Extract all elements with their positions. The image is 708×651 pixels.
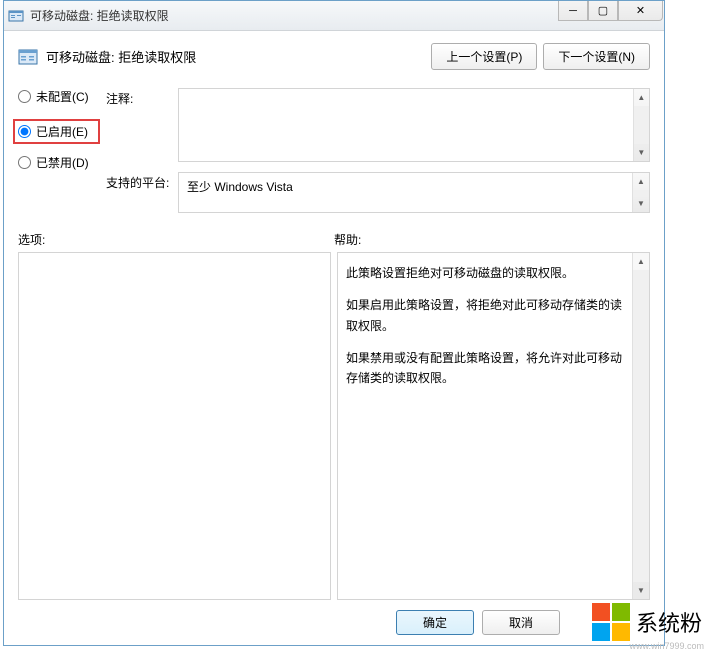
scroll-up-icon[interactable]: ▲ (634, 89, 649, 106)
scroll-up-icon[interactable]: ▲ (633, 253, 649, 270)
policy-settings-window: 可移动磁盘: 拒绝读取权限 ─ ▢ ✕ 可移动磁盘: 拒绝读取权限 上一个设置(… (3, 0, 665, 646)
ok-button[interactable]: 确定 (396, 610, 474, 635)
scroll-up-icon[interactable]: ▲ (633, 173, 649, 190)
policy-title: 可移动磁盘: 拒绝读取权限 (46, 47, 431, 66)
section-labels: 选项: 帮助: (18, 231, 650, 248)
radio-not-configured[interactable]: 未配置(C) (18, 88, 100, 105)
dialog-button-row: 确定 取消 应用 (18, 600, 650, 637)
help-paragraph-3: 如果禁用或没有配置此策略设置，将允许对此可移动存储类的读取权限。 (346, 348, 624, 389)
help-scrollbar[interactable]: ▲ ▼ (632, 253, 649, 599)
scroll-down-icon[interactable]: ▼ (633, 582, 649, 599)
watermark-url: www.win7999.com (629, 641, 704, 651)
header-row: 可移动磁盘: 拒绝读取权限 上一个设置(P) 下一个设置(N) (18, 43, 650, 70)
close-button[interactable]: ✕ (618, 1, 663, 21)
cancel-button[interactable]: 取消 (482, 610, 560, 635)
options-label: 选项: (18, 231, 334, 248)
previous-setting-button[interactable]: 上一个设置(P) (431, 43, 537, 70)
radio-not-configured-label: 未配置(C) (36, 88, 89, 105)
fields-column: 注释: ▲ ▼ 支持的平台: 至少 Windows Vista (106, 88, 650, 223)
comment-field-wrap: ▲ ▼ (178, 88, 650, 162)
title-bar[interactable]: 可移动磁盘: 拒绝读取权限 ─ ▢ ✕ (4, 1, 664, 31)
radio-disabled-input[interactable] (18, 156, 31, 169)
radio-disabled[interactable]: 已禁用(D) (18, 154, 100, 171)
panels-row: 此策略设置拒绝对可移动磁盘的读取权限。 如果启用此策略设置，将拒绝对此可移动存储… (18, 252, 650, 600)
help-content: 此策略设置拒绝对可移动磁盘的读取权限。 如果启用此策略设置，将拒绝对此可移动存储… (338, 253, 632, 599)
radio-not-configured-input[interactable] (18, 90, 31, 103)
comment-textarea[interactable] (179, 89, 633, 161)
platform-label: 支持的平台: (106, 172, 178, 213)
options-panel (18, 252, 331, 600)
window-content: 可移动磁盘: 拒绝读取权限 上一个设置(P) 下一个设置(N) 未配置(C) 已… (4, 31, 664, 645)
comment-scrollbar[interactable]: ▲ ▼ (633, 89, 649, 161)
maximize-button[interactable]: ▢ (588, 1, 618, 21)
radio-disabled-label: 已禁用(D) (36, 154, 89, 171)
radio-enabled-input[interactable] (18, 125, 31, 138)
platform-field-wrap: 至少 Windows Vista ▲ ▼ (178, 172, 650, 213)
scroll-down-icon[interactable]: ▼ (634, 144, 649, 161)
window-icon (8, 8, 24, 24)
policy-icon (18, 48, 38, 66)
next-setting-button[interactable]: 下一个设置(N) (543, 43, 650, 70)
radio-column: 未配置(C) 已启用(E) 已禁用(D) (18, 88, 106, 223)
settings-section: 未配置(C) 已启用(E) 已禁用(D) 注释: (18, 88, 650, 223)
help-panel: 此策略设置拒绝对可移动磁盘的读取权限。 如果启用此策略设置，将拒绝对此可移动存储… (337, 252, 650, 600)
minimize-button[interactable]: ─ (558, 1, 588, 21)
comment-label: 注释: (106, 88, 178, 162)
radio-enabled[interactable]: 已启用(E) (13, 119, 100, 144)
scroll-down-icon[interactable]: ▼ (633, 195, 649, 212)
scroll-track[interactable] (633, 270, 649, 582)
help-paragraph-2: 如果启用此策略设置，将拒绝对此可移动存储类的读取权限。 (346, 295, 624, 336)
platform-value: 至少 Windows Vista (179, 173, 632, 212)
window-controls: ─ ▢ ✕ (558, 1, 664, 21)
scroll-track[interactable] (634, 106, 649, 144)
options-content (19, 253, 330, 599)
help-paragraph-1: 此策略设置拒绝对可移动磁盘的读取权限。 (346, 263, 624, 283)
help-label: 帮助: (334, 231, 650, 248)
radio-enabled-label: 已启用(E) (36, 123, 88, 140)
platform-scrollbar[interactable]: ▲ ▼ (632, 173, 649, 212)
